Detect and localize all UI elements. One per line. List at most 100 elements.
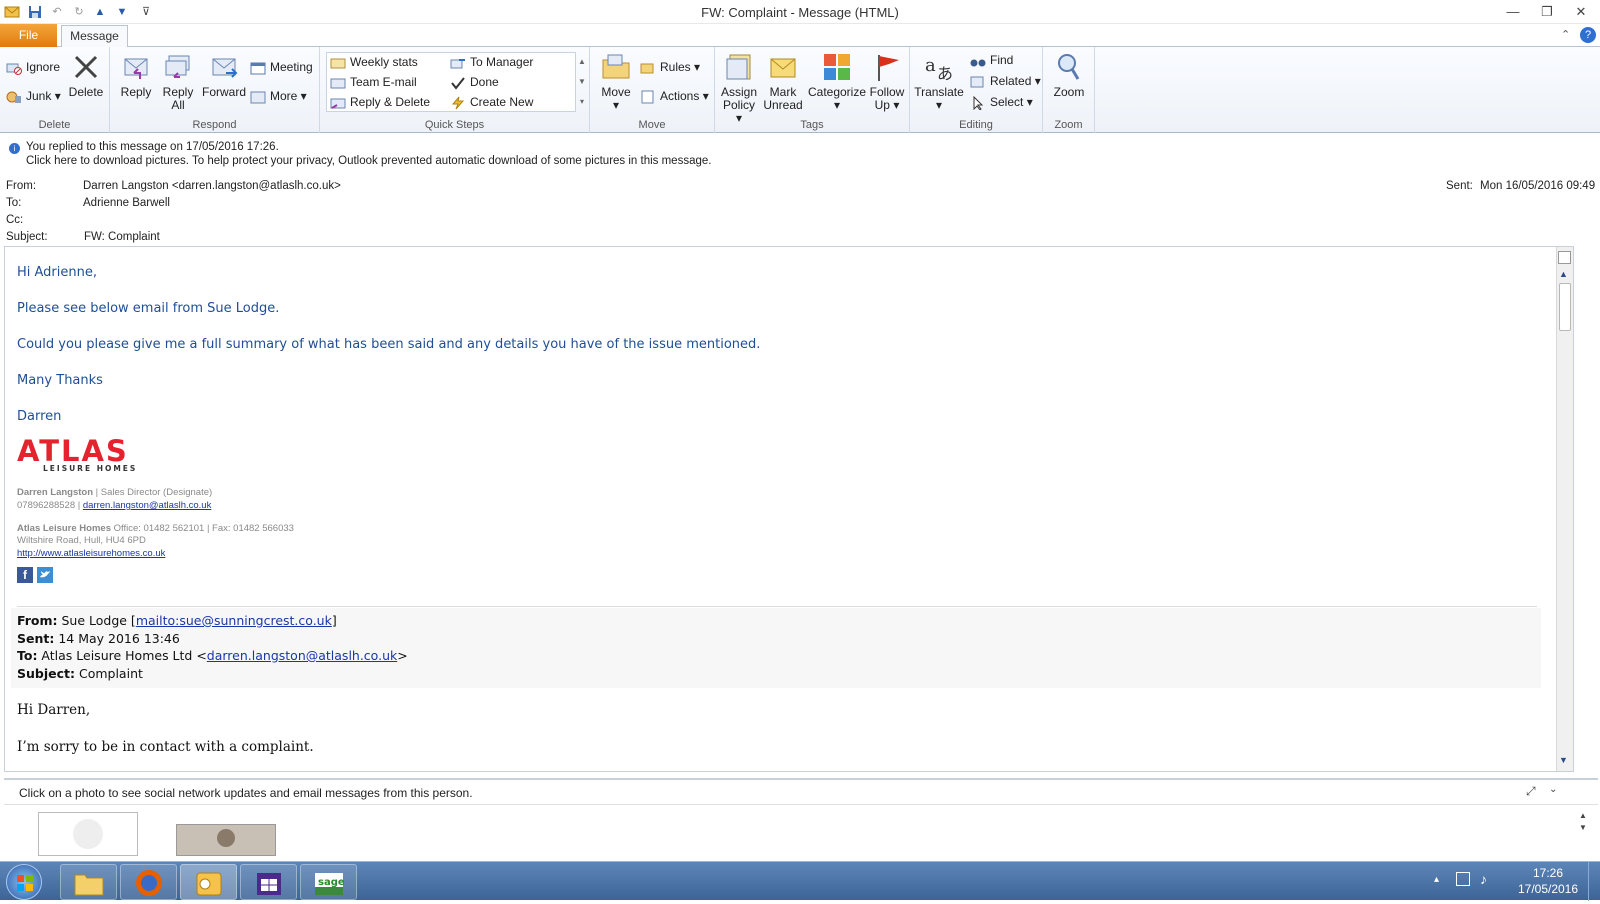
tab-file[interactable]: File xyxy=(0,24,57,47)
taskbar-explorer[interactable] xyxy=(60,864,117,900)
delete-button[interactable]: Delete xyxy=(64,51,108,99)
from-value[interactable]: Darren Langston <darren.langston@atlaslh… xyxy=(83,180,341,192)
subject-label: Subject: xyxy=(6,231,48,243)
meeting-button[interactable]: Meeting xyxy=(250,58,313,76)
volume-icon[interactable]: ♪ xyxy=(1480,871,1487,887)
forward-body-line-1: I’m sorry to be in contact with a compla… xyxy=(17,739,314,755)
group-respond: Reply Reply All Forward Meeting More ▾ Re… xyxy=(110,47,320,133)
translate-button[interactable]: a あ Translate ▾ xyxy=(914,51,964,112)
related-button[interactable]: Related ▾ xyxy=(970,72,1041,90)
meeting-icon xyxy=(250,61,266,75)
taskbar-outlook[interactable] xyxy=(180,864,237,900)
related-icon xyxy=(970,75,986,89)
taskbar-clock[interactable]: 17:26 17/05/2016 xyxy=(1516,865,1580,897)
ribbon: Ignore Junk ▾ Delete Delete Reply Reply A… xyxy=(0,47,1600,133)
rules-button[interactable]: Rules ▾ xyxy=(640,58,700,76)
signature-role: | Sales Director (Designate) xyxy=(93,487,213,498)
contact-photo-placeholder[interactable] xyxy=(38,812,138,856)
message-header: i You replied to this message on 17/05/2… xyxy=(0,134,1600,243)
group-label-tags: Tags xyxy=(800,119,824,131)
signature-website-link[interactable]: http://www.atlasleisurehomes.co.uk xyxy=(17,548,165,559)
contact-photo[interactable] xyxy=(176,824,276,856)
group-label-editing: Editing xyxy=(959,119,993,131)
reply-all-button[interactable]: Reply All xyxy=(158,51,198,112)
junk-icon xyxy=(6,90,22,104)
scroll-down-arrow[interactable]: ▼ xyxy=(1559,755,1568,765)
follow-up-button[interactable]: Follow Up ▾ xyxy=(867,51,907,112)
message-body[interactable]: Hi Adrienne, Please see below email from… xyxy=(4,246,1574,772)
quick-steps-scroll[interactable]: ▲ ▼ ▾ xyxy=(576,52,588,112)
quick-step-to-manager[interactable]: To Manager xyxy=(450,53,533,71)
mark-unread-button[interactable]: Mark Unread xyxy=(761,51,805,112)
select-button[interactable]: Select ▾ xyxy=(970,93,1033,111)
scroll-options-icon[interactable] xyxy=(1558,251,1571,264)
tab-message[interactable]: Message xyxy=(61,25,128,48)
more-respond-button[interactable]: More ▾ xyxy=(250,87,307,105)
restore-button[interactable]: ❐ xyxy=(1534,2,1560,22)
signature-office: Office: 01482 562101 | Fax: 01482 566033 xyxy=(110,523,294,534)
people-pane-scroll[interactable]: ▲ ▼ xyxy=(1579,810,1587,834)
forward-button[interactable]: Forward xyxy=(200,51,248,99)
signature-email-link[interactable]: darren.langston@atlaslh.co.uk xyxy=(83,500,211,511)
signature-website-line: http://www.atlasleisurehomes.co.uk xyxy=(17,548,165,559)
zoom-button[interactable]: Zoom xyxy=(1047,51,1091,99)
quick-step-done[interactable]: Done xyxy=(450,73,499,91)
network-icon[interactable] xyxy=(1456,872,1470,886)
ignore-button[interactable]: Ignore xyxy=(6,58,60,76)
signature-name: Darren Langston xyxy=(17,487,94,498)
forward-greeting: Hi Darren, xyxy=(17,702,91,718)
tray-show-hidden-icon[interactable]: ▴ xyxy=(1434,874,1439,885)
categorize-button[interactable]: Categorize ▾ xyxy=(807,51,867,112)
group-label-quick-steps: Quick Steps xyxy=(424,119,485,131)
assign-policy-button[interactable]: Assign Policy ▾ xyxy=(719,51,759,125)
group-quick-steps: Weekly stats Team E-mail Reply & Delete … xyxy=(320,47,590,133)
collapse-ribbon-icon[interactable]: ⌃ xyxy=(1561,28,1570,41)
forward-from-line: From: Sue Lodge [mailto:sue@sunningcrest… xyxy=(17,613,337,628)
download-pictures-notice[interactable]: Click here to download pictures. To help… xyxy=(26,155,711,167)
forward-to-link[interactable]: darren.langston@atlaslh.co.uk xyxy=(207,648,397,663)
expand-people-pane-icon[interactable]: ⤢ xyxy=(1526,784,1536,799)
help-icon[interactable]: ? xyxy=(1580,27,1596,43)
taskbar: sage ▴ ♪ 17:26 17/05/2016 xyxy=(0,861,1600,901)
atlas-logo: ATLAS LEISURE HOMES xyxy=(17,434,138,474)
forward-from-link[interactable]: mailto:sue@sunningcrest.co.uk xyxy=(136,613,332,628)
assign-policy-icon xyxy=(723,51,755,83)
taskbar-firefox[interactable] xyxy=(120,864,177,900)
forward-sent-line: Sent: 14 May 2016 13:46 xyxy=(17,631,180,646)
start-button[interactable] xyxy=(6,864,42,900)
message-scrollbar[interactable]: ▲ ▼ xyxy=(1556,247,1573,771)
actions-button[interactable]: Actions ▾ xyxy=(640,87,709,105)
people-pane-chevron-icon[interactable]: ⌄ xyxy=(1549,784,1557,795)
sign-off: Many Thanks xyxy=(17,373,103,388)
minimize-button[interactable]: — xyxy=(1500,2,1526,22)
facebook-icon[interactable]: f xyxy=(17,567,33,583)
scroll-up-arrow[interactable]: ▲ xyxy=(1559,269,1568,279)
twitter-icon[interactable] xyxy=(37,567,53,583)
people-pane-divider xyxy=(4,804,1598,805)
move-button[interactable]: Move ▾ xyxy=(596,51,636,112)
taskbar-calendar-app[interactable] xyxy=(240,864,297,900)
group-label-delete: Delete xyxy=(38,119,71,131)
reply-all-icon xyxy=(162,51,194,83)
firefox-icon xyxy=(136,870,162,896)
ribbon-tab-row: File Message ⌃ ? xyxy=(0,24,1600,48)
outlook-icon xyxy=(196,872,222,896)
find-button[interactable]: Find xyxy=(970,51,1013,69)
title-bar: ↶ ↻ ▲ ▼ ⊽ FW: Complaint - Message (HTML)… xyxy=(0,0,1600,24)
quick-step-reply-delete[interactable]: Reply & Delete xyxy=(330,93,430,111)
quick-step-team-email[interactable]: Team E-mail xyxy=(330,73,417,91)
to-value[interactable]: Adrienne Barwell xyxy=(83,197,170,209)
grid-app-icon xyxy=(257,873,281,895)
reply-button[interactable]: Reply xyxy=(116,51,156,99)
quick-step-create-new[interactable]: Create New xyxy=(450,93,533,111)
scroll-thumb[interactable] xyxy=(1559,283,1571,331)
taskbar-sage[interactable]: sage xyxy=(300,864,357,900)
group-delete: Ignore Junk ▾ Delete Delete xyxy=(0,47,110,133)
checkmark-icon xyxy=(450,76,466,90)
greeting: Hi Adrienne, xyxy=(17,265,97,280)
close-button[interactable]: ✕ xyxy=(1568,2,1594,22)
quick-step-weekly-stats[interactable]: Weekly stats xyxy=(330,53,418,71)
sender-name: Darren xyxy=(17,409,62,424)
junk-button[interactable]: Junk ▾ xyxy=(6,87,61,105)
show-desktop-button[interactable] xyxy=(1588,862,1600,901)
